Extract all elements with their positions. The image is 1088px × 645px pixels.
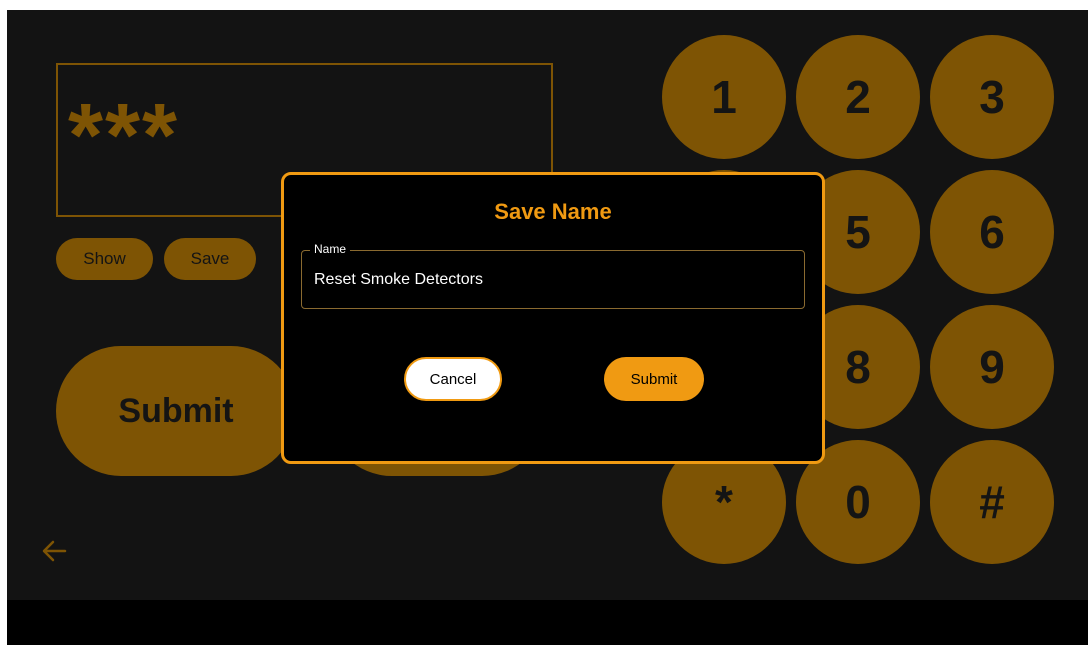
name-field[interactable]: Name Reset Smoke Detectors: [301, 242, 805, 309]
dialog-submit-button[interactable]: Submit: [604, 357, 704, 401]
bottom-bar: [7, 600, 1088, 645]
key-9[interactable]: 9: [930, 305, 1054, 429]
key-3[interactable]: 3: [930, 35, 1054, 159]
key-6[interactable]: 6: [930, 170, 1054, 294]
show-button[interactable]: Show: [56, 238, 153, 280]
key-hash[interactable]: #: [930, 440, 1054, 564]
dialog-title: Save Name: [494, 199, 612, 224]
name-field-value[interactable]: Reset Smoke Detectors: [314, 271, 483, 289]
cancel-button[interactable]: Cancel: [404, 357, 502, 401]
key-2[interactable]: 2: [796, 35, 920, 159]
keypad-screen: *** Show Save Submit 1 2 3 4 5 6 7 8 9 *…: [7, 10, 1088, 600]
save-name-dialog: Save Name Name Reset Smoke Detectors Can…: [281, 172, 825, 464]
save-button[interactable]: Save: [164, 238, 256, 280]
name-field-label: Name: [310, 242, 351, 256]
code-value: ***: [68, 86, 180, 186]
arrow-left-icon[interactable]: [39, 536, 69, 571]
key-1[interactable]: 1: [662, 35, 786, 159]
submit-code-button[interactable]: Submit: [56, 346, 296, 476]
